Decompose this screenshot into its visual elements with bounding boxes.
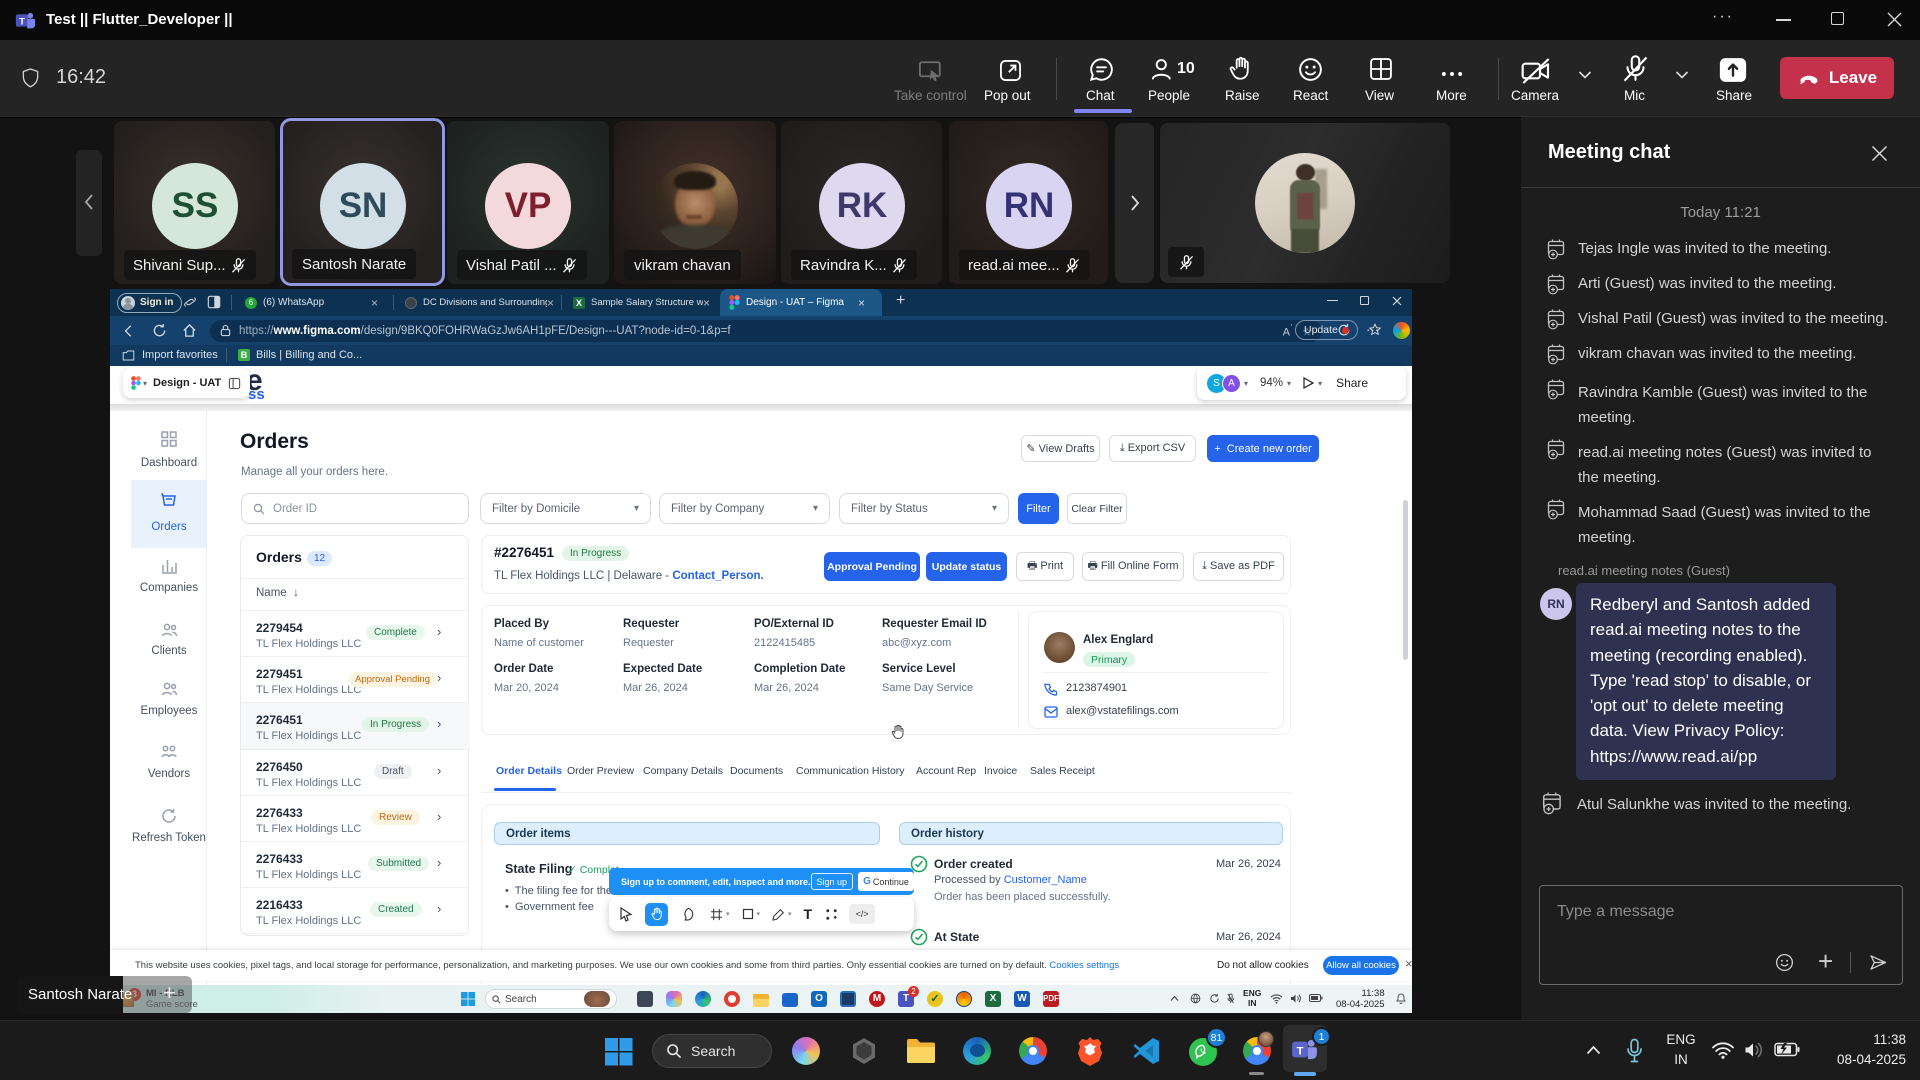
svg-text:T: T (19, 16, 25, 26)
svg-text:T: T (1297, 1046, 1304, 1058)
